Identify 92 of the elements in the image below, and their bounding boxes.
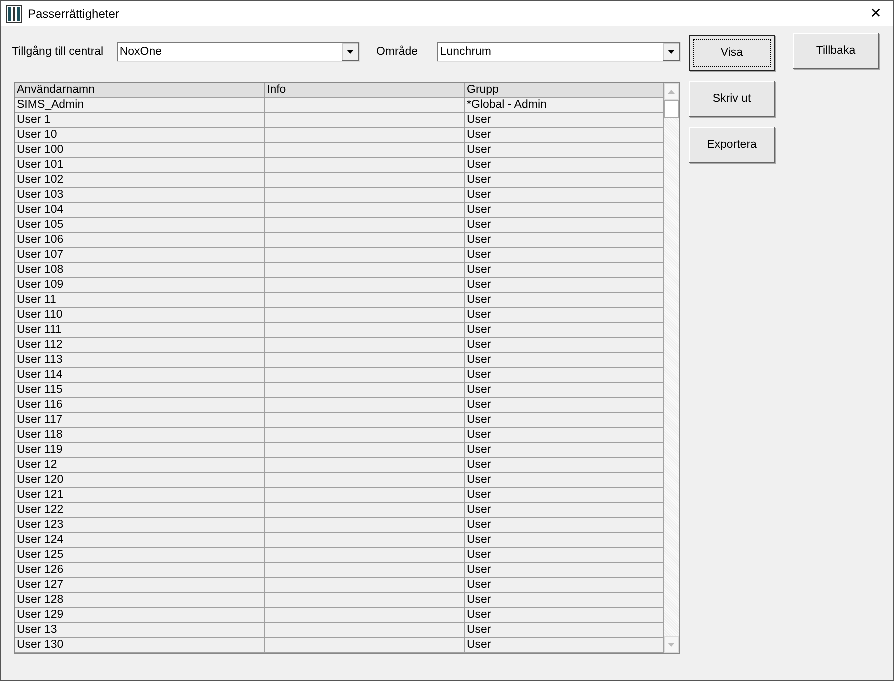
table-cell: User 104 (15, 203, 265, 218)
table-cell: User 120 (15, 473, 265, 488)
table-cell: User 109 (15, 278, 265, 293)
scroll-up-icon[interactable] (664, 83, 679, 100)
filter-label: Område (376, 46, 420, 58)
table-cell: User (465, 473, 664, 488)
table-cell: User 107 (15, 248, 265, 263)
table-cell: User (465, 488, 664, 503)
table-cell: User (465, 143, 664, 158)
table-cell: User 108 (15, 263, 265, 278)
table-cell: User (465, 293, 664, 308)
table-cell: User (465, 413, 664, 428)
table-cell: User 127 (15, 578, 265, 593)
table-cell: User 113 (15, 353, 265, 368)
table-cell: User (465, 638, 664, 653)
table-cell: User 117 (15, 413, 265, 428)
column-header[interactable]: Grupp (465, 83, 664, 98)
table-cell: User (465, 578, 664, 593)
table-cell: User 123 (15, 518, 265, 533)
table-cell: User (465, 518, 664, 533)
table-cell: User (465, 533, 664, 548)
table-cell: User (465, 128, 664, 143)
table-cell: User 110 (15, 308, 265, 323)
table-cell: User (465, 608, 664, 623)
table-cell: User (465, 428, 664, 443)
table-cell: User 100 (15, 143, 265, 158)
table-cell: User (465, 338, 664, 353)
action-button[interactable]: Visa (689, 35, 775, 71)
table-cell: User (465, 158, 664, 173)
app-icon (6, 4, 22, 22)
table-cell: User 103 (15, 188, 265, 203)
table-cell: User 125 (15, 548, 265, 563)
table-cell: User 112 (15, 338, 265, 353)
table-cell: User (465, 353, 664, 368)
table-cell: User (465, 188, 664, 203)
table-cell: User (465, 263, 664, 278)
table-cell: User (465, 203, 664, 218)
table-cell: User 101 (15, 158, 265, 173)
table-cell: User (465, 173, 664, 188)
table-cell: User (465, 248, 664, 263)
table-cell: User (465, 593, 664, 608)
table-cell: User 116 (15, 398, 265, 413)
column-header[interactable]: Användarnamn (15, 83, 265, 98)
table-cell: User 13 (15, 623, 265, 638)
table-cell: User 115 (15, 383, 265, 398)
table-cell: SIMS_Admin (15, 98, 265, 113)
table-cell: User (465, 383, 664, 398)
table-cell: User (465, 623, 664, 638)
table-cell: User 119 (15, 443, 265, 458)
table-cell: User 128 (15, 593, 265, 608)
table-cell: User 11 (15, 293, 265, 308)
table-cell: User (465, 398, 664, 413)
table-cell: User 121 (15, 488, 265, 503)
table-cell: User 106 (15, 233, 265, 248)
table-cell: User (465, 218, 664, 233)
close-button[interactable]: ✕ (859, 1, 893, 26)
table-cell: User 114 (15, 368, 265, 383)
table-cell: User 102 (15, 173, 265, 188)
table-cell: User 118 (15, 428, 265, 443)
dropdown[interactable]: NoxOne (116, 42, 360, 62)
table-cell: User (465, 548, 664, 563)
action-button[interactable]: Exportera (689, 127, 775, 163)
table-cell: *Global - Admin (465, 98, 664, 113)
table-cell: User 126 (15, 563, 265, 578)
scroll-thumb[interactable] (664, 100, 679, 118)
table-cell: User 129 (15, 608, 265, 623)
table-cell: User 10 (15, 128, 265, 143)
action-button[interactable]: Skriv ut (689, 81, 775, 117)
scrollbar[interactable] (664, 83, 679, 653)
table-cell: User 1 (15, 113, 265, 128)
table-cell: User (465, 458, 664, 473)
table-cell: User (465, 563, 664, 578)
dropdown[interactable]: Lunchrum (437, 42, 681, 62)
table-cell: User 122 (15, 503, 265, 518)
table-cell: User (465, 368, 664, 383)
table-cell: User (465, 113, 664, 128)
table-cell: User (465, 233, 664, 248)
column-header[interactable]: Info (265, 83, 465, 98)
table-cell: User (465, 278, 664, 293)
window-title: Passerrättigheter (28, 6, 120, 20)
table-cell: User (465, 443, 664, 458)
table-cell: User 111 (15, 323, 265, 338)
filter-label: Tillgång till central (12, 46, 105, 58)
table-cell: User (465, 308, 664, 323)
table-cell: User 124 (15, 533, 265, 548)
table-cell: User 105 (15, 218, 265, 233)
table-cell: User (465, 323, 664, 338)
scroll-down-icon[interactable] (664, 636, 679, 653)
action-button[interactable]: Tillbaka (793, 33, 879, 69)
table-cell: User 130 (15, 638, 265, 653)
table-cell: User 12 (15, 458, 265, 473)
table-cell: User (465, 503, 664, 518)
